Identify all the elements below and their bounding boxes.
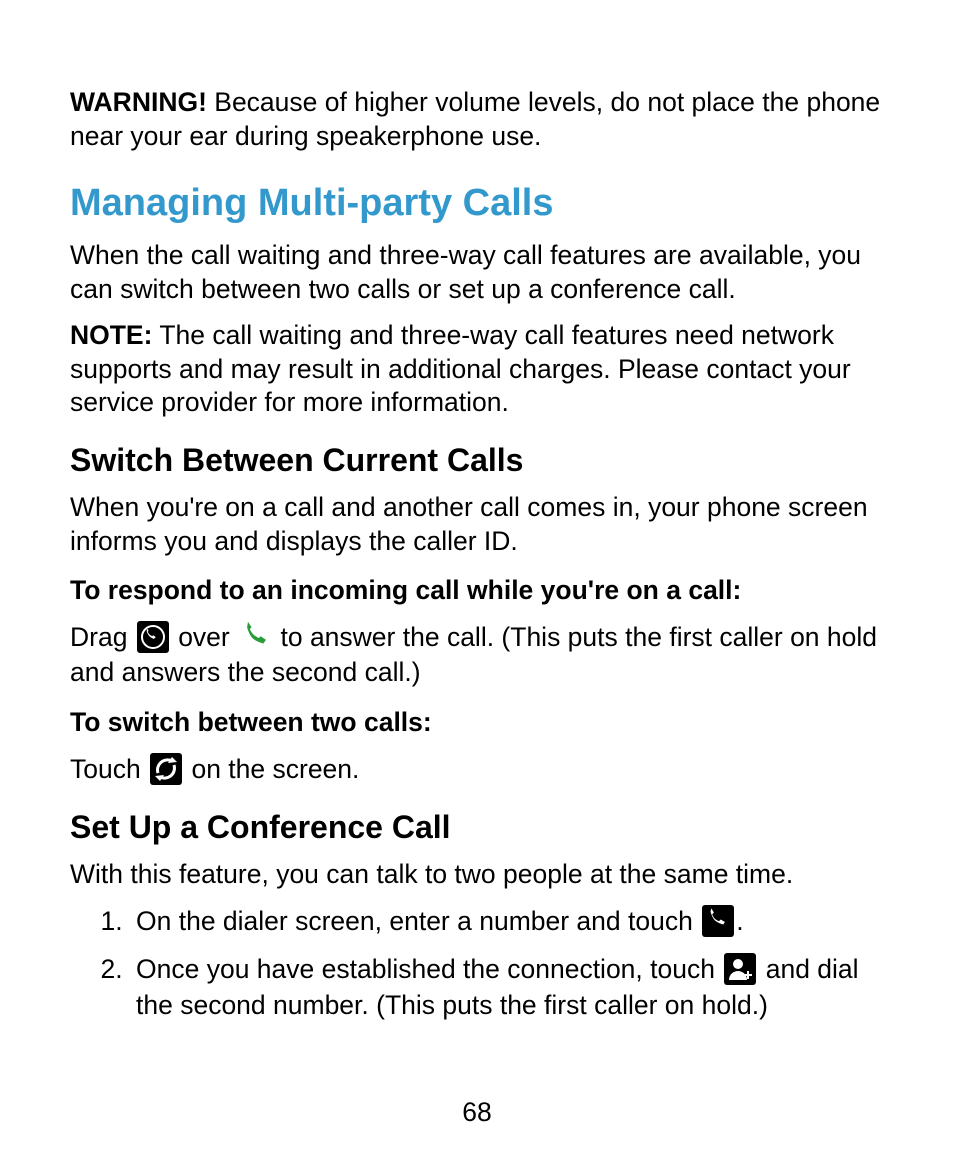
heading-conference-call: Set Up a Conference Call	[70, 809, 884, 846]
ring-phone-icon	[137, 621, 169, 653]
touch-text-after: on the screen.	[191, 754, 359, 784]
document-page: WARNING! Because of higher volume levels…	[0, 0, 954, 1168]
note-paragraph: NOTE: The call waiting and three-way cal…	[70, 319, 884, 421]
add-person-icon	[724, 953, 756, 985]
warning-paragraph: WARNING! Because of higher volume levels…	[70, 86, 884, 154]
step-2: Once you have established the connection…	[130, 952, 884, 1024]
step1-text-before: On the dialer screen, enter a number and…	[136, 906, 700, 936]
heading-switch-calls: Switch Between Current Calls	[70, 442, 884, 479]
swap-calls-icon	[150, 753, 182, 785]
note-label: NOTE:	[70, 320, 152, 350]
step1-text-after: .	[736, 906, 743, 936]
green-phone-icon	[239, 621, 271, 653]
step2-text-before: Once you have established the connection…	[136, 954, 722, 984]
respond-subheading: To respond to an incoming call while you…	[70, 573, 884, 607]
drag-text-before: Drag	[70, 622, 135, 652]
conference-steps-list: On the dialer screen, enter a number and…	[70, 904, 884, 1023]
switch-intro: When you're on a call and another call c…	[70, 491, 884, 559]
touch-text-before: Touch	[70, 754, 148, 784]
drag-text-mid: over	[178, 622, 237, 652]
intro-paragraph: When the call waiting and three-way call…	[70, 239, 884, 307]
drag-instruction: Drag over to answer the call. (This puts…	[70, 620, 884, 692]
heading-managing-multiparty: Managing Multi-party Calls	[70, 182, 884, 225]
dial-phone-icon	[702, 905, 734, 937]
note-text: The call waiting and three-way call feat…	[70, 320, 851, 418]
conference-intro: With this feature, you can talk to two p…	[70, 858, 884, 892]
touch-instruction: Touch on the screen.	[70, 752, 884, 788]
switch-subheading: To switch between two calls:	[70, 705, 884, 739]
step-1: On the dialer screen, enter a number and…	[130, 904, 884, 940]
warning-label: WARNING!	[70, 87, 207, 117]
page-number: 68	[0, 1097, 954, 1128]
